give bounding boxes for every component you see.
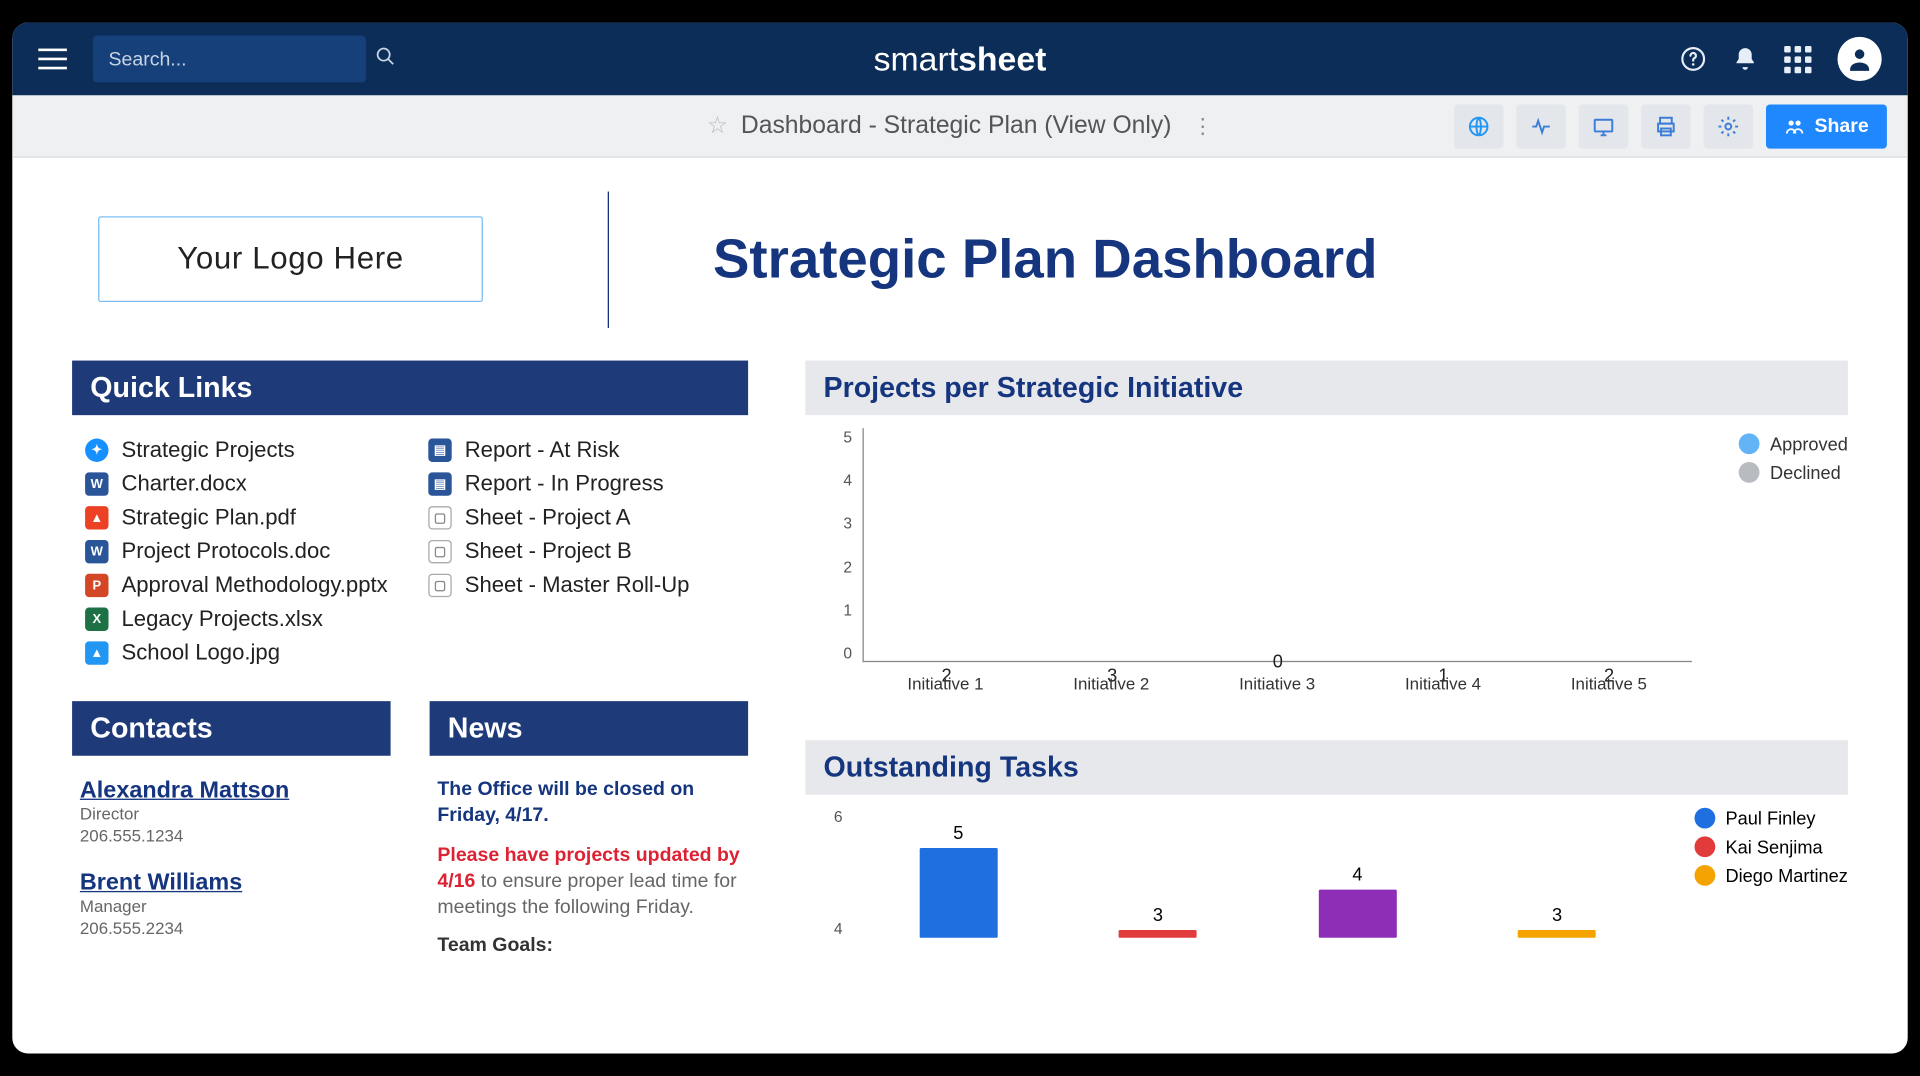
news-header: News: [430, 701, 749, 756]
quick-link-item[interactable]: X Legacy Projects.xlsx: [85, 602, 392, 636]
top-nav: smartsheet: [12, 23, 1907, 96]
quick-link-item[interactable]: ✦ Strategic Projects: [85, 433, 392, 467]
bell-icon[interactable]: [1732, 46, 1758, 72]
contact-role: Manager: [80, 896, 383, 918]
divider: [608, 191, 609, 327]
quick-link-label: Legacy Projects.xlsx: [122, 606, 323, 632]
present-button[interactable]: [1579, 104, 1628, 148]
quick-link-item[interactable]: ▢ Sheet - Project A: [428, 501, 735, 535]
chart2-plot: 5343: [863, 808, 1653, 938]
contact-name[interactable]: Brent Williams: [80, 869, 383, 896]
quick-link-label: Report - At Risk: [465, 437, 620, 463]
star-icon[interactable]: ☆: [707, 112, 728, 139]
word-icon: W: [85, 540, 108, 563]
help-icon[interactable]: [1680, 46, 1706, 72]
page-title: Strategic Plan Dashboard: [713, 228, 1377, 290]
activity-button[interactable]: [1517, 104, 1566, 148]
quick-link-item[interactable]: W Project Protocols.doc: [85, 535, 392, 569]
print-button[interactable]: [1642, 104, 1691, 148]
chart2-header: Outstanding Tasks: [805, 740, 1848, 795]
document-header: ☆ Dashboard - Strategic Plan (View Only)…: [12, 95, 1907, 157]
publish-button[interactable]: [1454, 104, 1503, 148]
chart-tasks-widget: Outstanding Tasks 64 5343 Paul FinleyKai…: [805, 740, 1848, 938]
quick-link-label: Project Protocols.doc: [122, 539, 331, 565]
apps-icon[interactable]: [1784, 45, 1811, 72]
word-icon: W: [85, 472, 108, 495]
avatar[interactable]: [1838, 37, 1882, 81]
news-goals: Team Goals:: [437, 934, 740, 956]
contacts-widget: Contacts Alexandra MattsonDirector206.55…: [72, 701, 391, 960]
menu-icon[interactable]: [38, 49, 67, 70]
rep-icon: ▤: [428, 472, 451, 495]
news-headline: The Office will be closed on Friday, 4/1…: [437, 777, 740, 830]
chart1-plot: 23012: [863, 428, 1692, 662]
img-icon: ▲: [85, 641, 108, 664]
search-icon[interactable]: [375, 45, 396, 72]
contact-name[interactable]: Alexandra Mattson: [80, 777, 383, 804]
quick-link-label: Sheet - Project B: [465, 539, 632, 565]
chart2-legend: Paul FinleyKai SenjimaDiego Martinez: [1694, 808, 1848, 894]
xls-icon: X: [85, 608, 108, 631]
quick-link-label: Sheet - Master Roll-Up: [465, 572, 690, 598]
contacts-header: Contacts: [72, 701, 391, 756]
quick-link-item[interactable]: ▤ Report - At Risk: [428, 433, 735, 467]
contact-item: Brent WilliamsManager206.555.2234: [80, 869, 383, 940]
quick-link-item[interactable]: ▢ Sheet - Master Roll-Up: [428, 569, 735, 603]
people-icon: ✦: [85, 439, 108, 462]
quick-link-item[interactable]: W Charter.docx: [85, 467, 392, 501]
contact-phone: 206.555.1234: [80, 826, 383, 848]
share-button[interactable]: Share: [1766, 104, 1887, 148]
search-box[interactable]: [93, 36, 366, 83]
news-body-text: Please have projects updated by 4/16 to …: [437, 842, 740, 921]
search-input[interactable]: [109, 48, 368, 70]
quick-link-label: Strategic Projects: [122, 437, 295, 463]
rep-icon: ▤: [428, 439, 451, 462]
logo-placeholder: Your Logo Here: [98, 216, 483, 302]
quick-link-item[interactable]: ▤ Report - In Progress: [428, 467, 735, 501]
contact-phone: 206.555.2234: [80, 918, 383, 940]
quick-link-label: School Logo.jpg: [122, 640, 281, 666]
chart1-legend: ApprovedDeclined: [1739, 433, 1848, 490]
quick-links-widget: Quick Links ✦ Strategic Projects W Charter.…: [72, 361, 748, 691]
ppt-icon: P: [85, 574, 108, 597]
quick-links-header: Quick Links: [72, 361, 748, 416]
chart1-header: Projects per Strategic Initiative: [805, 361, 1848, 416]
sheet-icon: ▢: [428, 506, 451, 529]
pdf-icon: ▲: [85, 506, 108, 529]
document-title: Dashboard - Strategic Plan (View Only): [741, 112, 1172, 141]
brand-logo: smartsheet: [874, 39, 1047, 79]
quick-link-label: Approval Methodology.pptx: [122, 572, 388, 598]
quick-link-item[interactable]: P Approval Methodology.pptx: [85, 569, 392, 603]
contact-role: Director: [80, 804, 383, 826]
more-icon[interactable]: ⋮: [1192, 113, 1213, 139]
quick-link-label: Charter.docx: [122, 471, 247, 497]
quick-link-item[interactable]: ▢ Sheet - Project B: [428, 535, 735, 569]
quick-link-label: Sheet - Project A: [465, 505, 631, 531]
quick-link-item[interactable]: ▲ School Logo.jpg: [85, 636, 392, 670]
quick-link-label: Report - In Progress: [465, 471, 664, 497]
sheet-icon: ▢: [428, 574, 451, 597]
dashboard-content: Your Logo Here Strategic Plan Dashboard …: [12, 158, 1907, 1054]
news-widget: News The Office will be closed on Friday…: [430, 701, 749, 960]
quick-link-label: Strategic Plan.pdf: [122, 505, 296, 531]
chart-projects-widget: Projects per Strategic Initiative 543210…: [805, 361, 1848, 702]
sheet-icon: ▢: [428, 540, 451, 563]
quick-link-item[interactable]: ▲ Strategic Plan.pdf: [85, 501, 392, 535]
contact-item: Alexandra MattsonDirector206.555.1234: [80, 777, 383, 848]
settings-button[interactable]: [1704, 104, 1753, 148]
